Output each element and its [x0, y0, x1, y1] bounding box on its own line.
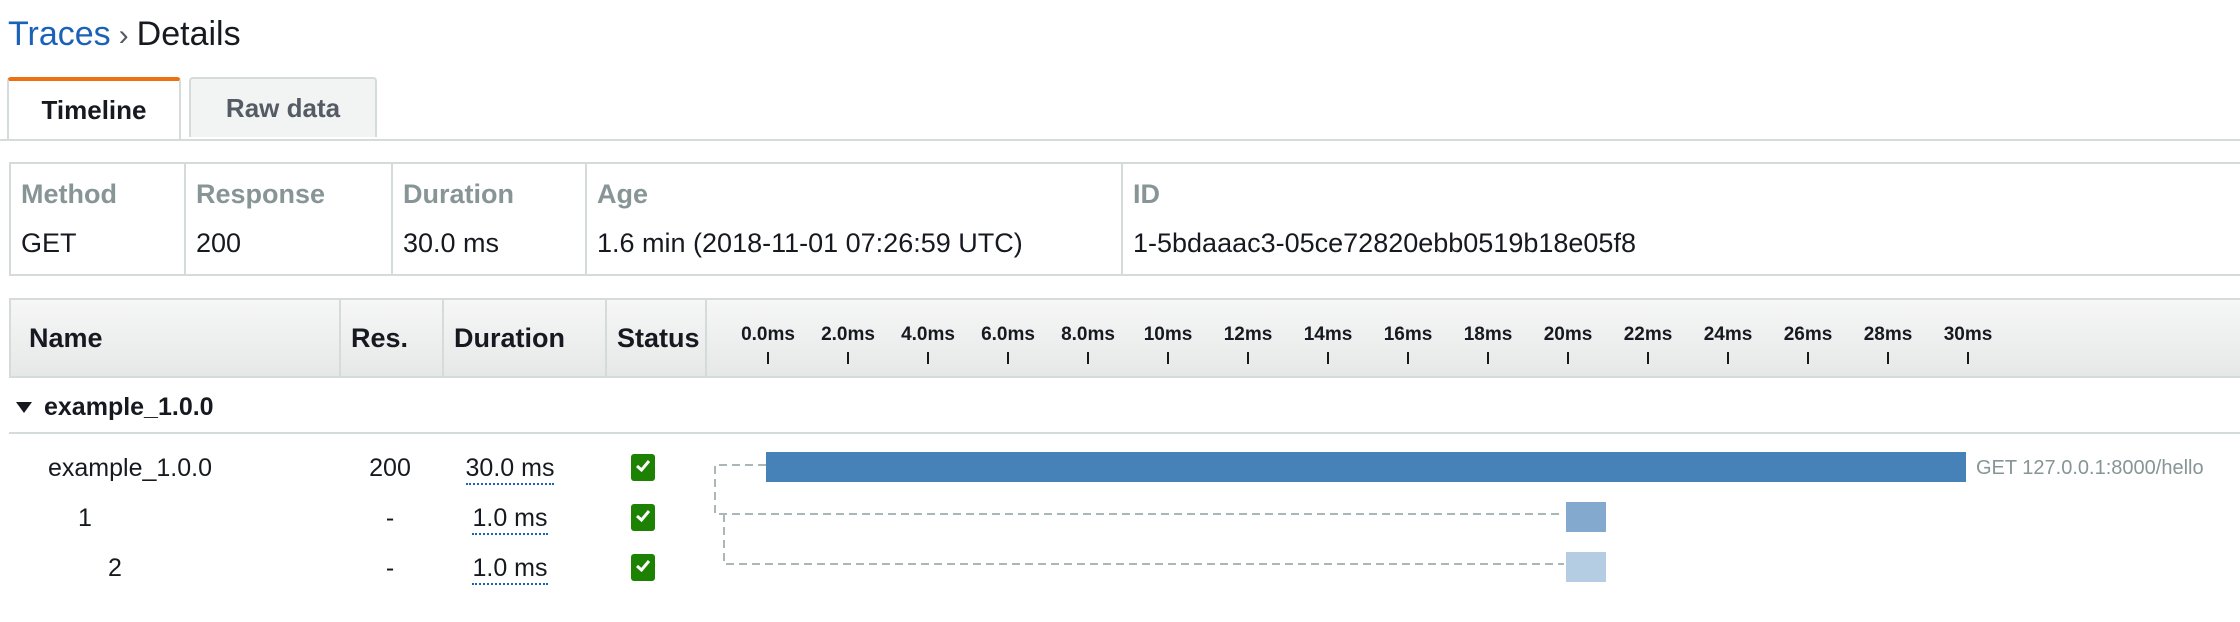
summary-response-label: Response [196, 179, 326, 209]
timeline-tick-label: 20ms [1543, 324, 1593, 345]
timeline-table-header: Name Res. Duration Status 0.0ms 2.0ms 4.0m… [9, 298, 2240, 378]
status-ok-icon[interactable] [631, 454, 655, 481]
segment-duration-link[interactable]: 30.0 ms [465, 454, 555, 485]
segment-duration-cell: 30.0 ms [430, 443, 590, 493]
summary-response: Response 200 [186, 164, 393, 274]
timeline-tick-mark [1327, 352, 1329, 364]
column-header-res[interactable]: Res. [341, 300, 444, 376]
segment-duration-cell: 1.0 ms [430, 543, 590, 593]
timeline-tick-label: 0.0ms [741, 324, 795, 345]
breadcrumb-separator: › [118, 19, 129, 52]
tab-raw-data[interactable]: Raw data [189, 77, 377, 137]
timeline-tick-mark [1087, 352, 1089, 364]
timeline-tick-mark [1727, 352, 1729, 364]
timeline-tick-label: 6.0ms [981, 324, 1035, 345]
summary-duration: Duration 30.0 ms [393, 164, 587, 274]
segment-timeline-bar[interactable] [1566, 552, 1606, 582]
breadcrumb-current: Details [136, 15, 241, 53]
timeline-tick-label: 22ms [1623, 324, 1673, 345]
breadcrumb: Traces › Details [8, 14, 241, 56]
status-ok-icon[interactable] [631, 554, 655, 581]
summary-id-label: ID [1133, 179, 1160, 209]
timeline-tick-mark [1647, 352, 1649, 364]
timeline-tick-mark [1167, 352, 1169, 364]
timeline-tick-label: 2.0ms [821, 324, 875, 345]
summary-method-value: GET [21, 228, 77, 258]
timeline-tick-mark [1967, 352, 1969, 364]
timeline-tick-label: 28ms [1863, 324, 1913, 345]
timeline-tick-label: 12ms [1223, 324, 1273, 345]
timeline-tick-label: 4.0ms [901, 324, 955, 345]
timeline-tick-label: 16ms [1383, 324, 1433, 345]
timeline-tick-label: 14ms [1303, 324, 1353, 345]
summary-age-label: Age [597, 179, 649, 209]
segment-row[interactable]: 1 - 1.0 ms [0, 493, 2240, 543]
segment-name: 1 [78, 504, 92, 532]
summary-age: Age 1.6 min (2018-11-01 07:26:59 UTC) [587, 164, 1123, 274]
timeline-tick-mark [1887, 352, 1889, 364]
summary-method-label: Method [21, 179, 117, 209]
trace-summary: Method GET Response 200 Duration 30.0 ms… [9, 162, 2240, 276]
tab-timeline[interactable]: Timeline [7, 77, 181, 139]
segment-name: 2 [108, 554, 122, 582]
timeline-tick-label: 30ms [1943, 324, 1993, 345]
status-ok-icon[interactable] [631, 504, 655, 531]
timeline-tick-label: 26ms [1783, 324, 1833, 345]
column-header-name[interactable]: Name [11, 300, 341, 376]
summary-id: ID 1-5bdaaac3-05ce72820ebb0519b18e05f8 [1123, 164, 2240, 274]
segment-response: 200 [369, 454, 411, 482]
group-toggle[interactable]: example_1.0.0 [16, 393, 214, 422]
timeline-tick-label: 18ms [1463, 324, 1513, 345]
timeline-tick-mark [1247, 352, 1249, 364]
timeline-tick-mark [847, 352, 849, 364]
timeline-tick-label: 10ms [1143, 324, 1193, 345]
summary-method: Method GET [11, 164, 186, 274]
group-divider [9, 432, 2240, 434]
segment-duration-cell: 1.0 ms [430, 493, 590, 543]
timeline-tick-mark [927, 352, 929, 364]
segment-timeline-bar[interactable] [1566, 502, 1606, 532]
timeline-tick-label: 8.0ms [1061, 324, 1115, 345]
segment-row[interactable]: 2 - 1.0 ms [0, 543, 2240, 593]
breadcrumb-traces-link[interactable]: Traces [8, 15, 111, 53]
timeline-tick-mark [1407, 352, 1409, 364]
summary-age-value: 1.6 min (2018-11-01 07:26:59 UTC) [597, 228, 1023, 258]
timeline-tick-mark [1487, 352, 1489, 364]
segment-row[interactable]: example_1.0.0 200 30.0 ms GET 127.0.0.1:800… [0, 443, 2240, 493]
tab-bar: Timeline Raw data [0, 77, 2240, 141]
summary-id-value: 1-5bdaaac3-05ce72820ebb0519b18e05f8 [1133, 228, 1636, 258]
segment-response: - [385, 504, 395, 532]
caret-down-icon [16, 402, 32, 413]
segment-duration-link[interactable]: 1.0 ms [472, 504, 548, 535]
segment-name: example_1.0.0 [48, 454, 213, 482]
timeline-tick-label: 24ms [1703, 324, 1753, 345]
timeline-tick-mark [1007, 352, 1009, 364]
group-label: example_1.0.0 [44, 393, 214, 421]
column-header-status[interactable]: Status [607, 300, 707, 376]
segment-response: - [385, 554, 395, 582]
timeline-tick-mark [1807, 352, 1809, 364]
segment-duration-link[interactable]: 1.0 ms [472, 554, 548, 585]
segment-timeline-bar[interactable] [766, 452, 1966, 482]
summary-duration-value: 30.0 ms [403, 228, 500, 258]
segment-bar-label: GET 127.0.0.1:8000/hello [1976, 457, 2204, 479]
column-header-duration[interactable]: Duration [444, 300, 607, 376]
timeline-tick-mark [767, 352, 769, 364]
summary-response-value: 200 [196, 228, 242, 258]
summary-duration-label: Duration [403, 179, 514, 209]
timeline-tick-mark [1567, 352, 1569, 364]
